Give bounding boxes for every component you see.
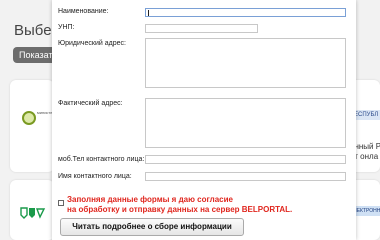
emblem-logo xyxy=(22,111,36,125)
consent-text-line: на обработку и отправку данных на сервер… xyxy=(67,205,293,214)
unp-input[interactable] xyxy=(145,24,258,33)
phone-input[interactable] xyxy=(145,155,346,164)
consent-text: Заполняя данные формы я даю согласие на … xyxy=(67,195,292,215)
registration-form-modal: Наименование: УНП: Юридический адрес: Фа… xyxy=(52,0,356,240)
phone-label: моб.Тел контактного лица: xyxy=(58,156,145,163)
emblem-logo-text: министерство xyxy=(37,110,53,115)
name-input[interactable] xyxy=(145,8,346,17)
actual-address-label: Фактический адрес: xyxy=(58,100,123,107)
name-label: Наименование: xyxy=(58,8,109,15)
read-more-button[interactable]: Читать подробнее о сборе информации xyxy=(60,218,244,236)
shield-logo xyxy=(20,207,46,219)
contact-name-label: Имя контактного лица: xyxy=(58,173,132,180)
org-card[interactable] xyxy=(10,80,54,172)
legal-address-label: Юридический адрес: xyxy=(58,40,126,47)
legal-address-textarea[interactable] xyxy=(145,38,346,88)
actual-address-textarea[interactable] xyxy=(145,98,346,148)
consent-checkbox[interactable] xyxy=(58,200,64,206)
consent-text-line: Заполняя данные формы я даю согласие xyxy=(67,195,233,204)
unp-label: УНП: xyxy=(58,24,75,31)
contact-name-input[interactable] xyxy=(145,172,346,181)
